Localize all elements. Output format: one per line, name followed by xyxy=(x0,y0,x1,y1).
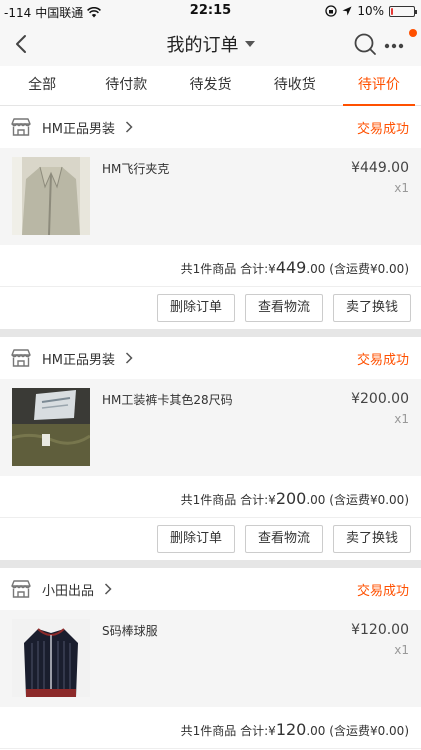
order-card: HM正品男装 交易成功 HM工装裤卡其色28尺码 ¥200.00 x1 共1件商… xyxy=(0,337,421,560)
order-card: HM正品男装 交易成功 HM飞行夹克 ¥449.00 x1 共1件商品 合计:¥… xyxy=(0,106,421,329)
order-summary: 共1件商品 合计:¥200.00 (含运费¥0.00) xyxy=(0,476,421,518)
order-status: 交易成功 xyxy=(356,352,409,368)
tab-all[interactable]: 全部 xyxy=(0,66,84,105)
product-price: ¥449.00 xyxy=(351,160,409,176)
shop-name: HM正品男装 xyxy=(42,121,115,137)
back-arrow-icon[interactable] xyxy=(10,31,36,57)
order-header[interactable]: HM正品男装 交易成功 xyxy=(0,337,421,379)
tab-pending-payment[interactable]: 待付款 xyxy=(84,66,168,105)
order-divider xyxy=(0,329,421,337)
tab-pending-shipment[interactable]: 待发货 xyxy=(168,66,252,105)
view-logistics-button[interactable]: 查看物流 xyxy=(244,525,323,553)
resell-button[interactable]: 卖了换钱 xyxy=(332,525,411,553)
product-title: S码棒球服 xyxy=(102,624,158,638)
order-status: 交易成功 xyxy=(356,583,409,599)
battery-percent: 10% xyxy=(357,4,384,18)
search-icon[interactable] xyxy=(353,32,377,56)
order-actions: 删除订单 查看物流 卖了换钱 xyxy=(0,287,421,329)
shop-name: 小田出品 xyxy=(42,583,95,599)
product-title: HM工装裤卡其色28尺码 xyxy=(102,393,233,407)
total-integer: 200 xyxy=(275,489,307,508)
shipping-fee: (含运费¥0.00) xyxy=(329,493,409,507)
order-summary: 共1件商品 合计:¥120.00 (含运费¥0.00) xyxy=(0,707,421,749)
order-actions: 删除订单 查看物流 卖了换钱 xyxy=(0,518,421,560)
order-item[interactable]: S码棒球服 ¥120.00 x1 xyxy=(0,610,421,707)
product-quantity: x1 xyxy=(394,181,409,195)
total-currency: ¥ xyxy=(268,724,276,738)
product-price: ¥120.00 xyxy=(351,622,409,638)
shop-name: HM正品男装 xyxy=(42,352,115,368)
battery-level xyxy=(391,7,393,15)
summary-prefix: 共1件商品 合计: xyxy=(180,262,269,276)
more-dots-icon[interactable] xyxy=(383,37,411,51)
caret-down-icon xyxy=(244,41,255,47)
total-currency: ¥ xyxy=(268,262,276,276)
product-title: HM飞行夹克 xyxy=(102,162,170,176)
total-decimal: .00 xyxy=(306,493,326,507)
order-card: 小田出品 交易成功 S码棒球服 ¥120.00 x1 共1件商品 合计:¥120… xyxy=(0,568,421,749)
battery-icon xyxy=(389,5,417,17)
page-title-text: 我的订单 xyxy=(166,35,239,56)
chevron-right-icon xyxy=(125,352,133,364)
total-decimal: .00 xyxy=(306,262,326,276)
total-currency: ¥ xyxy=(268,493,276,507)
shop-icon xyxy=(11,580,31,598)
product-quantity: x1 xyxy=(394,643,409,657)
tab-pending-review[interactable]: 待评价 xyxy=(337,66,421,106)
order-header[interactable]: HM正品男装 交易成功 xyxy=(0,106,421,148)
order-item[interactable]: HM飞行夹克 ¥449.00 x1 xyxy=(0,148,421,245)
delete-order-button[interactable]: 删除订单 xyxy=(156,294,235,322)
product-thumbnail xyxy=(12,388,90,466)
order-divider xyxy=(0,560,421,568)
shop-icon xyxy=(11,349,31,367)
resell-button[interactable]: 卖了换钱 xyxy=(332,294,411,322)
shipping-fee: (含运费¥0.00) xyxy=(329,262,409,276)
total-integer: 120 xyxy=(275,720,307,739)
summary-prefix: 共1件商品 合计: xyxy=(180,724,269,738)
rotation-lock-icon xyxy=(325,5,337,17)
location-arrow-icon xyxy=(342,6,352,16)
order-item[interactable]: HM工装裤卡其色28尺码 ¥200.00 x1 xyxy=(0,379,421,476)
product-thumbnail xyxy=(12,157,90,235)
order-header[interactable]: 小田出品 交易成功 xyxy=(0,568,421,610)
order-status: 交易成功 xyxy=(356,121,409,137)
total-decimal: .00 xyxy=(306,724,326,738)
nav-bar: 我的订单 xyxy=(0,22,421,66)
notification-dot xyxy=(409,29,417,37)
page-title[interactable]: 我的订单 xyxy=(167,31,255,57)
delete-order-button[interactable]: 删除订单 xyxy=(156,525,235,553)
chevron-right-icon xyxy=(104,583,112,595)
status-right: 10% xyxy=(325,4,417,18)
product-price: ¥200.00 xyxy=(351,391,409,407)
status-bar: -114 中国联通 22:15 10% xyxy=(0,0,421,22)
total-integer: 449 xyxy=(275,258,307,277)
shipping-fee: (含运费¥0.00) xyxy=(329,724,409,738)
view-logistics-button[interactable]: 查看物流 xyxy=(244,294,323,322)
shop-icon xyxy=(11,118,31,136)
product-thumbnail xyxy=(12,619,90,697)
chevron-right-icon xyxy=(125,121,133,133)
product-quantity: x1 xyxy=(394,412,409,426)
order-summary: 共1件商品 合计:¥449.00 (含运费¥0.00) xyxy=(0,245,421,287)
summary-prefix: 共1件商品 合计: xyxy=(180,493,269,507)
order-tabs: 全部 待付款 待发货 待收货 待评价 xyxy=(0,66,421,106)
tab-pending-receipt[interactable]: 待收货 xyxy=(253,66,337,105)
